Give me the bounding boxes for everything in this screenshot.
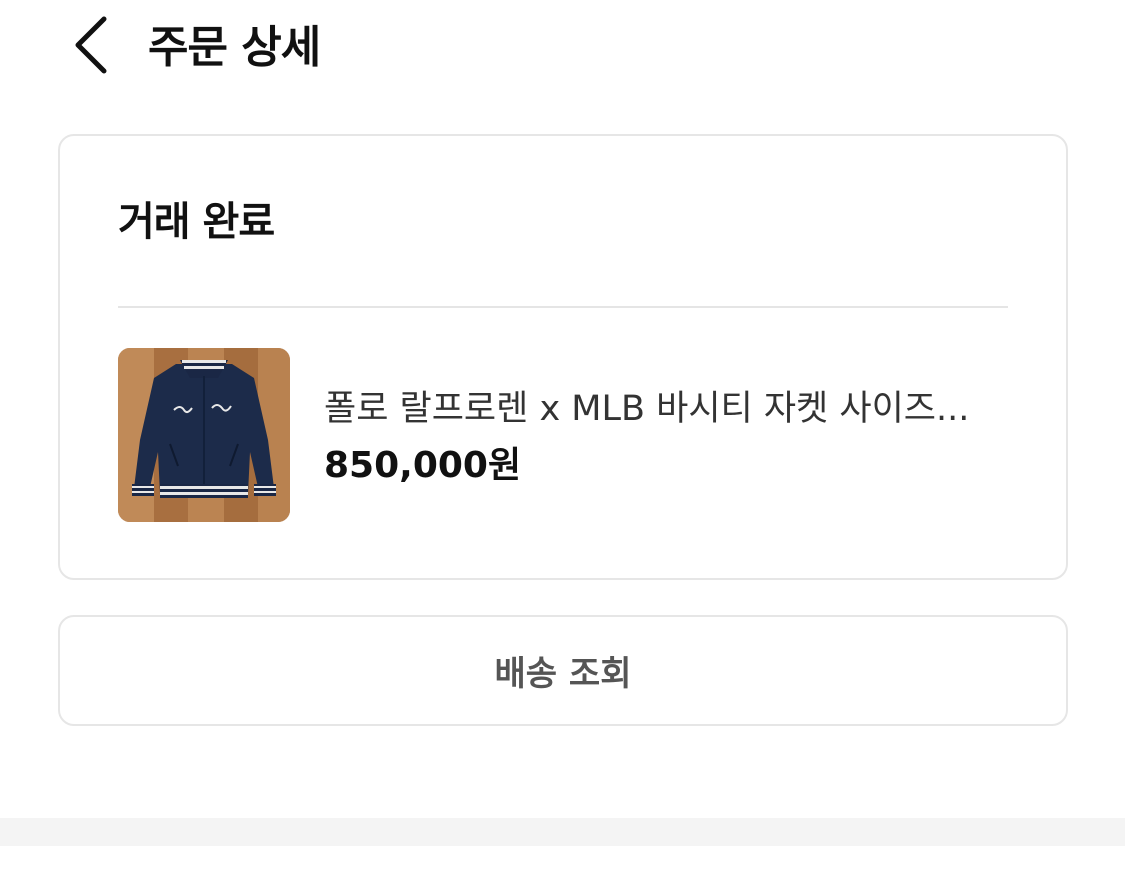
page-title: 주문 상세 xyxy=(148,22,321,73)
back-button[interactable] xyxy=(62,12,118,78)
product-item[interactable]: 폴로 랄프로렌 x MLB 바시티 자켓 사이즈... 850,000원 xyxy=(118,348,1008,522)
chevron-left-icon xyxy=(75,16,107,74)
track-shipping-button[interactable]: 배송 조회 xyxy=(58,615,1068,726)
product-thumbnail xyxy=(118,348,290,522)
order-status: 거래 완료 xyxy=(118,199,275,245)
product-price: 850,000원 xyxy=(324,445,522,486)
header: 주문 상세 xyxy=(0,0,1125,100)
jacket-image xyxy=(118,348,290,522)
order-card: 거래 완료 폴로 랄프로렌 x MLB 바시티 자켓 사이즈... 850,00… xyxy=(58,134,1068,580)
product-name: 폴로 랄프로렌 x MLB 바시티 자켓 사이즈... xyxy=(324,389,970,429)
divider xyxy=(118,306,1008,308)
order-detail-page: 주문 상세 거래 완료 폴로 랄프로렌 x MLB 바시티 자켓 사이즈... … xyxy=(0,0,1125,893)
section-divider-band xyxy=(0,818,1125,846)
